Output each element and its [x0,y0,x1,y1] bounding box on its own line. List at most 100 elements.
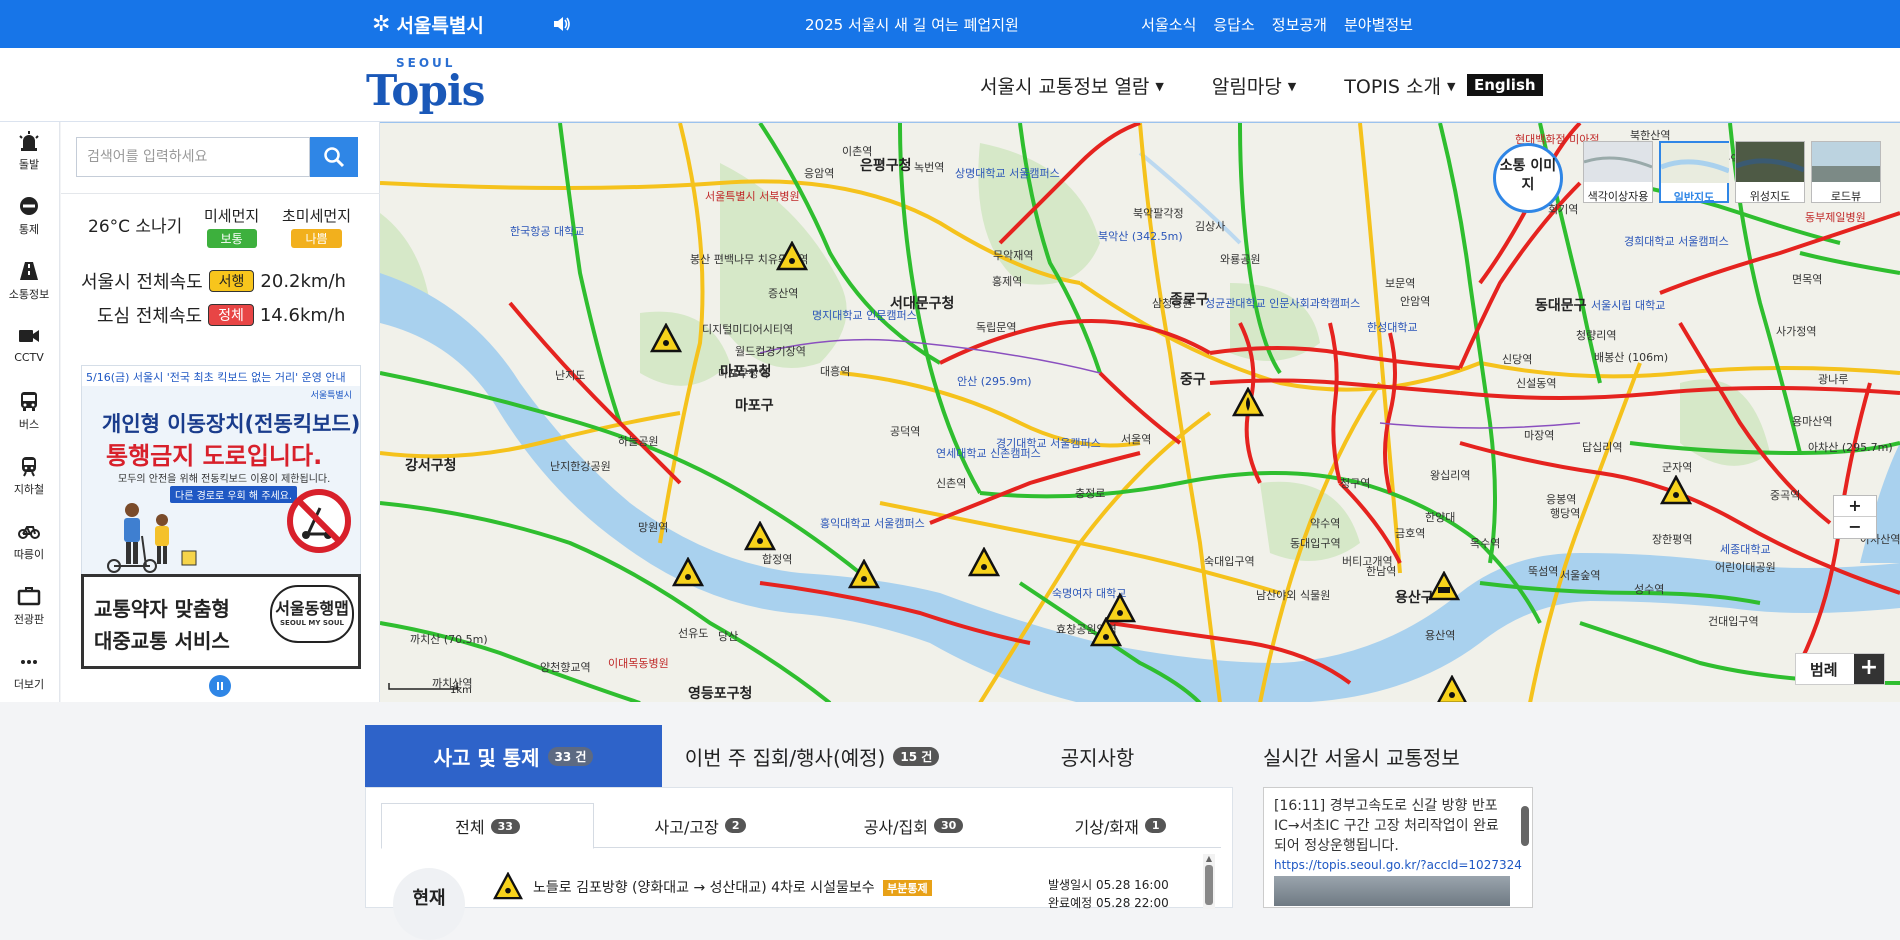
sidebar-item-label: 전광판 [13,613,45,626]
incident-subtabs: 전체 33 사고/고장 2 공사/집회 30 기상/화재 1 [381,803,1221,849]
roadwork-warning-icon[interactable] [776,241,808,271]
fine-dust-status: 미세먼지 보통 [204,205,259,248]
road-icon [20,262,38,280]
sidebar-item-signboard[interactable]: 전광판 [0,577,58,633]
fire-warning-icon[interactable] [1232,387,1264,417]
maptype-satellite[interactable]: 위성지도 [1735,141,1805,203]
sidebar-item-incident[interactable]: 돌발 [0,122,58,178]
count-badge: 1 [1144,818,1167,833]
sidebar-item-label: 버스 [18,418,40,431]
siren-icon [19,131,39,151]
map-canvas [380,123,1900,702]
bicycle-icon [18,526,40,539]
nav-traffic-info-label: 서울시 교통정보 열람 [980,76,1150,98]
kickboard-banner[interactable]: 5/16(금) 서울시 '전국 최초 킥보드 없는 거리' 운영 안내 서울특별… [81,365,361,577]
scale-label: 1km [450,685,472,696]
scroll-up-icon[interactable]: ▲ [1203,854,1215,863]
roadwork-warning-icon[interactable] [848,559,880,589]
banner-line1: 개인형 이동장치(전동킥보드) [102,412,361,436]
incident-list-panel: 전체 33 사고/고장 2 공사/집회 30 기상/화재 1 현재 노들로 김포… [365,787,1233,940]
nav-notice-board-label: 알림마당 [1211,76,1282,98]
sidebar-item-label: 통제 [18,223,40,236]
nav-traffic-info[interactable]: 서울시 교통정보 열람 ▼ [980,72,1164,99]
roadwork-warning-icon[interactable] [1436,675,1468,702]
roadwork-warning-icon[interactable] [650,323,682,353]
incident-expected: 완료예정 05.28 22:00 [1048,896,1169,910]
status-circle: 현재 [393,868,465,940]
legend-button[interactable]: 범례 + [1795,653,1885,685]
realtime-scrollbar[interactable] [1521,806,1529,846]
downtown-speed-label: 도심 전체속도 [97,306,203,327]
roadwork-warning-icon[interactable] [1660,475,1692,505]
sidebar-item-control[interactable]: 통제 [0,187,58,243]
list-scrollbar[interactable]: ▲ [1203,854,1215,909]
sidebar-item-cctv[interactable]: CCTV [0,317,58,373]
roadwork-warning-icon[interactable] [1090,617,1122,647]
bus-icon [21,392,37,411]
sidebar-item-label: 소통정보 [8,288,50,301]
incident-times: 발생일시 05.28 16:00 완료예정 05.28 22:00 [1048,876,1169,912]
top-bar: ✲ 서울특별시 2025 서울시 새 길 여는 폐업지원 서울소식 응답소 정보… [0,0,1900,48]
count-badge: 33 [490,818,520,834]
english-button[interactable]: English [1467,74,1543,96]
map-thumbnail [1583,142,1653,182]
list-item[interactable]: 현재 노들로 김포방향 (양화대교 → 성산대교) 4차로 시설물보수 부분통제… [381,868,1201,940]
maptype-label: 일반지도 [1673,191,1715,204]
partial-control-badge: 부분통제 [883,880,932,896]
count-badge: 30 [933,818,964,833]
search-button[interactable] [310,137,358,177]
caret-down-icon: ▼ [1287,80,1297,93]
zoom-out-button[interactable]: − [1834,517,1876,538]
maptype-general[interactable]: 일반지도 [1659,141,1730,204]
topis-logo[interactable]: SEOUL Topis [366,56,488,116]
traffic-map[interactable]: 은평구청 서대문구청 마포구청 마포구 강서구청 종로구 용산구 중구 동대문구… [380,122,1900,702]
top-notice[interactable]: 2025 서울시 새 길 여는 폐업지원 [805,14,1019,35]
link-info-disclosure[interactable]: 정보공개 [1272,14,1327,35]
sidebar-item-subway[interactable]: 지하철 [0,447,58,503]
link-field-info[interactable]: 분야별정보 [1344,14,1413,35]
sidebar-item-bike[interactable]: 따릉이 [0,512,58,568]
tab-notices[interactable]: 공지사항 [962,725,1233,787]
realtime-box: [16:11] 경부고속도로 신갈 방향 반포IC→서초IC 구간 고장 처리작… [1263,787,1533,908]
tab-incidents[interactable]: 사고 및 통제 33 건 [365,725,662,787]
search-icon [324,147,345,168]
sidebar-item-bus[interactable]: 버스 [0,382,58,438]
banner-caption: 모두의 안전을 위해 전동킥보드 이용이 제한됩니다. [118,474,331,485]
realtime-link[interactable]: https://topis.seoul.go.kr/?accId=1027324 [1274,858,1522,872]
subway-icon [22,457,36,477]
realtime-title: 실시간 서울시 교통정보 [1263,746,1460,770]
roadwork-warning-icon[interactable] [672,557,704,587]
sidebar-item-traffic[interactable]: 소통정보 [0,252,58,308]
speaker-icon[interactable] [552,15,572,33]
subtab-construction[interactable]: 공사/집회 30 [807,803,1020,848]
sidebar-item-more[interactable]: 더보기 [0,642,58,698]
count-badge: 15 건 [893,746,940,766]
zoom-in-button[interactable]: + [1834,496,1876,517]
banner-pause-button[interactable] [209,675,231,697]
nav-notice-board[interactable]: 알림마당 ▼ [1212,72,1296,99]
tab-label: 사고 및 통제 [433,745,540,770]
scroll-thumb[interactable] [1205,865,1213,905]
maptype-colorblind[interactable]: 색각이상자용 [1583,141,1653,203]
link-seoul-news[interactable]: 서울소식 [1141,14,1196,35]
subtab-accident[interactable]: 사고/고장 2 [594,803,807,848]
no-kickboard-icon [287,489,351,553]
seoul-city-logo[interactable]: ✲ 서울특별시 [372,10,484,38]
roadwork-warning-icon[interactable] [744,521,776,551]
subtab-all[interactable]: 전체 33 [381,803,594,849]
roadwork-warning-icon[interactable] [968,547,1000,577]
ultrafine-dust-badge: 나쁨 [291,229,342,248]
mobility-service-banner[interactable]: 교통약자 맞춤형 대중교통 서비스 서울동행맵 SEOUL MY SOUL [81,574,361,669]
logo-subtext: SEOUL MY SOUL [280,619,344,627]
realtime-text: [16:11] 경부고속도로 신갈 방향 반포IC→서초IC 구간 고장 처리작… [1274,798,1499,854]
accident-warning-icon[interactable] [1428,571,1460,601]
subtab-weather[interactable]: 기상/화재 1 [1020,803,1221,848]
traffic-image-button[interactable]: 소통 이미지 [1493,143,1563,213]
fine-dust-label: 미세먼지 [204,207,260,225]
nav-topis-intro[interactable]: TOPIS 소개 ▼ [1344,72,1455,99]
tab-events[interactable]: 이번 주 집회/행사(예정) 15 건 [662,725,962,787]
subtab-label: 기상/화재 [1074,817,1139,837]
maptype-roadview[interactable]: 로드뷰 [1811,141,1881,203]
search-input[interactable] [76,137,310,177]
link-response-center[interactable]: 응답소 [1213,14,1254,35]
